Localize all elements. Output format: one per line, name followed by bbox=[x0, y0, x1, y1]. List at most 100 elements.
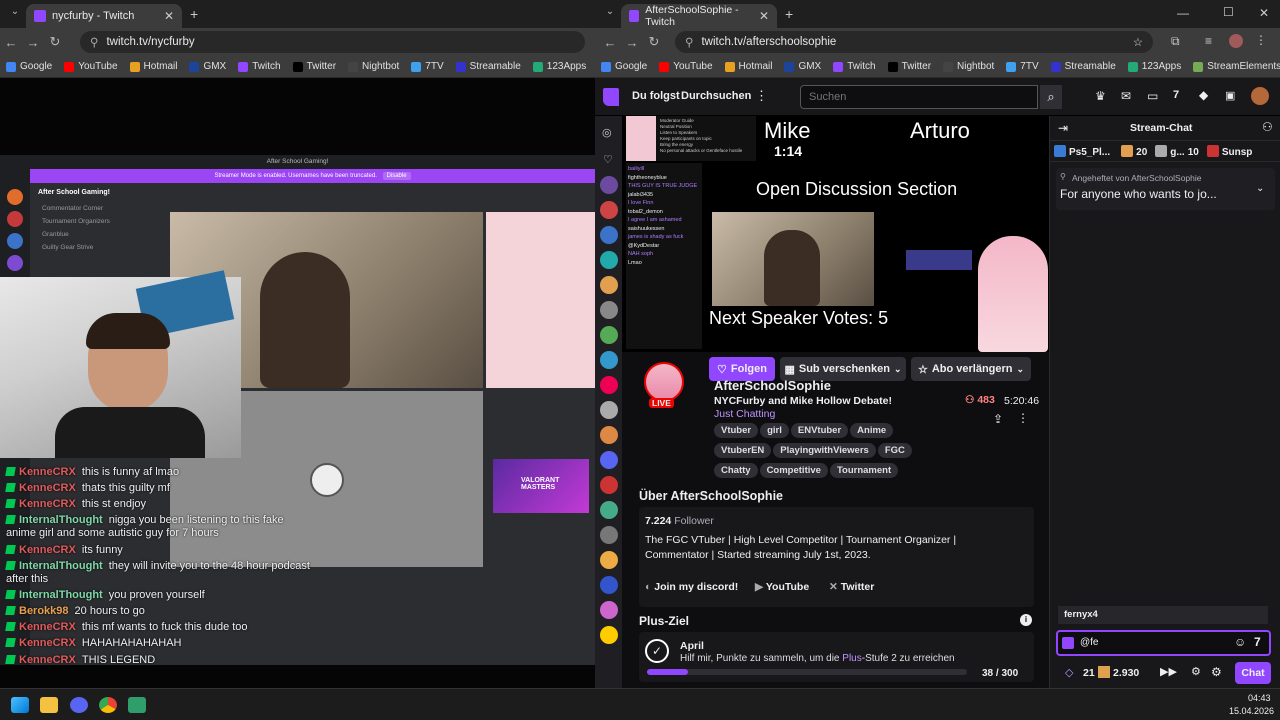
followed-channel-avatar[interactable] bbox=[599, 526, 618, 544]
site-info-icon[interactable]: ⚲ bbox=[685, 35, 693, 49]
followed-channel-avatar[interactable] bbox=[599, 276, 618, 294]
bits-icon[interactable]: ◆ bbox=[1199, 88, 1208, 102]
extensions-icon[interactable]: ⧉ bbox=[1171, 34, 1180, 49]
discord-taskbar-icon[interactable] bbox=[70, 697, 88, 713]
stream-tag[interactable]: girl bbox=[760, 423, 789, 438]
seventv-emote-icon[interactable]: 7 bbox=[1254, 635, 1261, 649]
server-icon[interactable] bbox=[7, 189, 23, 205]
clock-time[interactable]: 04:43 bbox=[1248, 693, 1271, 703]
prime-crown-icon[interactable]: ♛ bbox=[1095, 89, 1106, 103]
profile-avatar[interactable] bbox=[1229, 34, 1243, 48]
bookmark-item[interactable]: Google bbox=[6, 61, 52, 72]
bookmark-item[interactable]: YouTube bbox=[64, 61, 118, 72]
tab-nycfurby[interactable]: nycfurby - Twitch ✕ bbox=[26, 4, 182, 28]
followed-channel-avatar[interactable] bbox=[599, 551, 618, 569]
stream-tag[interactable]: VtuberEN bbox=[714, 443, 772, 458]
followed-channel-avatar[interactable] bbox=[599, 401, 618, 419]
reload-icon[interactable]: ↻ bbox=[44, 34, 66, 50]
bookmark-item[interactable]: Google bbox=[601, 61, 647, 72]
stream-tag[interactable]: FGC bbox=[877, 443, 912, 458]
collapse-chat-icon[interactable]: ⇥ bbox=[1058, 121, 1068, 135]
inbox-icon[interactable]: ✉ bbox=[1121, 89, 1131, 103]
followed-channel-avatar[interactable] bbox=[599, 251, 618, 269]
autocomplete-suggestion[interactable]: fernyx4 bbox=[1058, 606, 1268, 624]
seventv-icon[interactable]: 7 bbox=[1173, 89, 1179, 101]
video-player[interactable]: Moderator Guide Neutral Position Listen to… bbox=[622, 116, 1049, 352]
bookmark-item[interactable]: Streamable bbox=[455, 61, 521, 72]
share-icon[interactable]: ⇪ bbox=[993, 412, 1003, 426]
followed-channel-avatar[interactable] bbox=[599, 451, 618, 469]
maximize-icon[interactable]: ☐ bbox=[1223, 5, 1234, 19]
youtube-link[interactable]: ▶ YouTube bbox=[755, 581, 809, 593]
more-options-icon[interactable]: ⋮ bbox=[1017, 411, 1029, 425]
chat-settings-icon[interactable]: ⚙ bbox=[1211, 665, 1222, 679]
stream-tag[interactable]: ENVtuber bbox=[790, 423, 849, 438]
followed-channel-avatar[interactable] bbox=[599, 426, 618, 444]
bookmark-item[interactable]: Nightbot bbox=[348, 61, 399, 72]
bookmark-item[interactable]: StreamElements bbox=[1193, 61, 1280, 72]
tab-afterschoolsophie[interactable]: AfterSchoolSophie - Twitch ✕ bbox=[621, 4, 777, 28]
followed-channel-avatar[interactable] bbox=[599, 501, 618, 519]
forward-icon[interactable]: → bbox=[22, 35, 44, 50]
twitter-link[interactable]: ✕ Twitter bbox=[829, 581, 874, 593]
stream-tag[interactable]: Competitive bbox=[759, 463, 828, 478]
site-info-icon[interactable]: ⚲ bbox=[90, 35, 98, 49]
bookmark-item[interactable]: Twitter bbox=[887, 61, 931, 72]
chat-username[interactable]: KenneCRX bbox=[19, 498, 76, 510]
more-menu-icon[interactable]: ⋮ bbox=[755, 88, 768, 104]
followed-channel-avatar[interactable] bbox=[599, 201, 618, 219]
url-field[interactable]: ⚲ twitch.tv/nycfurby bbox=[80, 31, 585, 53]
bookmark-item[interactable]: Hotmail bbox=[724, 61, 772, 72]
followed-channel-avatar[interactable] bbox=[599, 226, 618, 244]
chat-username[interactable]: InternalThought bbox=[19, 514, 103, 526]
followed-channel-avatar[interactable] bbox=[599, 301, 618, 319]
send-chat-button[interactable]: Chat bbox=[1235, 662, 1271, 684]
chat-username[interactable]: KenneCRX bbox=[19, 621, 76, 633]
bookmark-item[interactable]: YouTube bbox=[659, 61, 713, 72]
followed-channel-avatar[interactable] bbox=[599, 176, 618, 194]
search-icon[interactable]: ⌕ bbox=[1040, 85, 1062, 109]
reading-list-icon[interactable]: ≡ bbox=[1205, 34, 1212, 48]
user-avatar[interactable] bbox=[1251, 87, 1269, 105]
forward-icon[interactable]: → bbox=[621, 35, 643, 50]
windows-start-icon[interactable] bbox=[11, 697, 29, 713]
menu-dots-icon[interactable]: ⋮ bbox=[1255, 33, 1267, 47]
emote-chain-icon[interactable]: ⚙ bbox=[1191, 665, 1201, 678]
back-icon[interactable]: ← bbox=[0, 35, 22, 50]
hype-entry[interactable]: g... 10 bbox=[1155, 145, 1199, 158]
chat-username[interactable]: KenneCRX bbox=[19, 544, 76, 556]
chat-username[interactable]: KenneCRX bbox=[19, 637, 76, 649]
ad-free-icon[interactable]: ▣ bbox=[1225, 89, 1235, 102]
close-tab-icon[interactable]: ✕ bbox=[759, 9, 769, 23]
bookmark-item[interactable]: Nightbot bbox=[943, 61, 994, 72]
fast-forward-icon[interactable]: ▶▶ bbox=[1160, 665, 1177, 678]
chrome-taskbar-icon[interactable] bbox=[99, 697, 117, 713]
bookmark-item[interactable]: 7TV bbox=[1006, 61, 1039, 72]
stream-tag[interactable]: Anime bbox=[850, 423, 894, 438]
chat-username[interactable]: KenneCRX bbox=[19, 466, 76, 478]
new-tab-icon[interactable]: + bbox=[785, 6, 793, 22]
emoji-icon[interactable]: ☺ bbox=[1234, 635, 1246, 649]
hype-entry[interactable]: Ps5_Pl... bbox=[1054, 145, 1113, 158]
back-icon[interactable]: ← bbox=[599, 35, 621, 50]
channel-avatar[interactable] bbox=[644, 362, 684, 402]
bookmark-item[interactable]: Twitch bbox=[833, 61, 876, 72]
stream-tag[interactable]: Tournament bbox=[829, 463, 899, 478]
extend-sub-button[interactable]: ☆ Abo verlängern ⌄ bbox=[911, 357, 1031, 381]
tab-list-chevron-icon[interactable]: ⌄ bbox=[599, 6, 621, 17]
discord-link[interactable]: ◐ Join my discord! bbox=[645, 581, 738, 593]
file-explorer-icon[interactable] bbox=[40, 697, 58, 713]
close-tab-icon[interactable]: ✕ bbox=[164, 9, 174, 23]
bookmark-star-icon[interactable]: ☆ bbox=[1133, 35, 1143, 49]
reload-icon[interactable]: ↻ bbox=[643, 34, 665, 50]
new-tab-icon[interactable]: + bbox=[190, 6, 198, 22]
url-field[interactable]: ⚲ twitch.tv/afterschoolsophie ☆ bbox=[675, 31, 1153, 53]
bookmark-item[interactable]: Twitch bbox=[238, 61, 281, 72]
server-icon[interactable] bbox=[7, 211, 23, 227]
bookmark-item[interactable]: 7TV bbox=[411, 61, 444, 72]
followed-channel-avatar[interactable] bbox=[599, 576, 618, 594]
followed-channel-avatar[interactable] bbox=[599, 626, 618, 644]
chat-username[interactable]: KenneCRX bbox=[19, 482, 76, 494]
channel-points-icon[interactable]: ◇ bbox=[1065, 666, 1073, 679]
stream-tag[interactable]: Chatty bbox=[714, 463, 758, 478]
